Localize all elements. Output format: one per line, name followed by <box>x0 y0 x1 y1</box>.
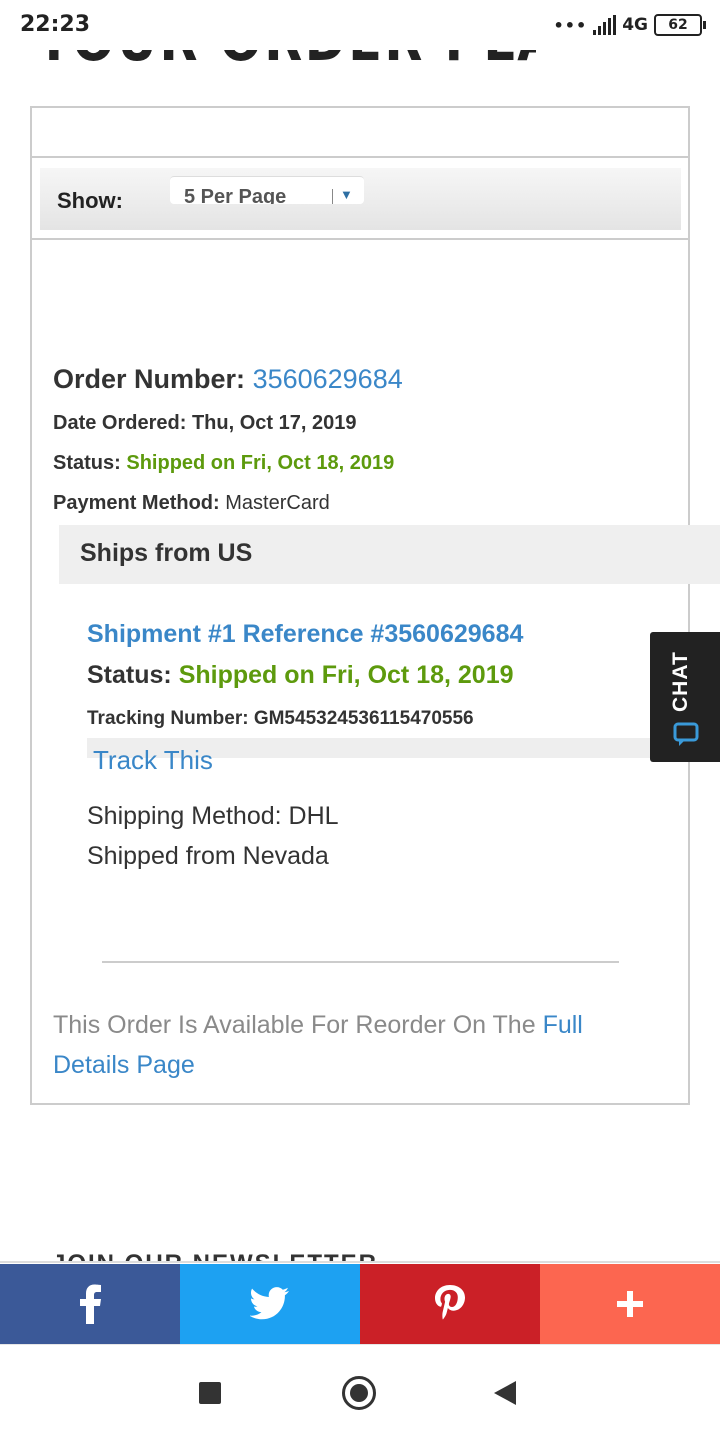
ships-from-header: Ships from US <box>59 525 720 584</box>
date-ordered-value: Thu, Oct 17, 2019 <box>191 412 357 434</box>
shipment-status-label: Status: <box>87 661 172 689</box>
shipment-status-row: Status: Shipped on Fri, Oct 18, 2019 <box>87 661 514 690</box>
plus-icon <box>617 1291 643 1317</box>
date-ordered-label: Date Ordered: <box>53 412 187 434</box>
chat-bubble-icon <box>673 722 699 746</box>
reorder-text: This Order Is Available For Reorder On T… <box>53 1011 536 1039</box>
payment-method-row: Payment Method: MasterCard <box>53 492 330 515</box>
orders-panel: Show: 5 Per Page ▼ Order Number: 3560629… <box>30 106 720 1105</box>
reorder-note: This Order Is Available For Reorder On T… <box>53 1005 653 1085</box>
chat-button[interactable]: CHAT <box>650 632 720 762</box>
order-number-label: Order Number: <box>53 364 246 394</box>
per-page-select[interactable]: 5 Per Page ▼ <box>170 176 364 204</box>
track-this-link[interactable]: Track This <box>93 745 213 776</box>
twitter-share-button[interactable] <box>180 1264 360 1344</box>
twitter-icon <box>250 1287 289 1320</box>
per-page-toolbar: Show: 5 Per Page ▼ <box>40 168 681 230</box>
battery-icon: 62 <box>654 14 706 36</box>
facebook-icon <box>80 1284 101 1324</box>
pinterest-share-button[interactable] <box>360 1264 540 1344</box>
pinterest-icon <box>435 1285 465 1320</box>
shipped-from: Shipped from Nevada <box>87 842 329 870</box>
signal-icon <box>593 15 617 35</box>
panel-divider <box>32 238 688 240</box>
back-icon[interactable] <box>494 1381 516 1405</box>
status-bar: 22:23 ••• 4G 62 <box>0 0 720 50</box>
more-share-button[interactable] <box>540 1264 720 1344</box>
select-divider <box>332 189 333 204</box>
social-share-bar <box>0 1264 720 1344</box>
shipment-status-value: Shipped on Fri, Oct 18, 2019 <box>178 661 514 689</box>
home-icon[interactable] <box>342 1376 376 1410</box>
tracking-number-row: Tracking Number: GM545324536115470556 <box>87 708 474 730</box>
tracking-number-value: GM545324536115470556 <box>253 708 474 729</box>
status-indicators: ••• 4G 62 <box>553 12 706 38</box>
shipment-reference-link[interactable]: Shipment #1 Reference #3560629684 <box>87 620 523 649</box>
order-status-value: Shipped on Fri, Oct 18, 2019 <box>126 452 395 474</box>
content-divider <box>102 961 619 963</box>
dropdown-arrow-icon: ▼ <box>340 187 353 202</box>
tracking-number-label: Tracking Number: <box>87 708 249 729</box>
payment-method-value: MasterCard <box>225 492 330 514</box>
order-status-row: Status: Shipped on Fri, Oct 18, 2019 <box>53 452 394 475</box>
shipping-method: Shipping Method: DHL <box>87 802 339 830</box>
facebook-share-button[interactable] <box>0 1264 180 1344</box>
system-nav-bar <box>0 1344 720 1440</box>
status-time: 22:23 <box>20 12 91 37</box>
newsletter-divider <box>0 1261 720 1263</box>
order-status-label: Status: <box>53 452 121 474</box>
per-page-value: 5 Per Page <box>184 186 287 204</box>
payment-method-label: Payment Method: <box>53 492 220 514</box>
date-ordered-row: Date Ordered: Thu, Oct 17, 2019 <box>53 412 356 435</box>
order-number-link[interactable]: 3560629684 <box>253 364 403 394</box>
recent-apps-icon[interactable] <box>199 1382 221 1404</box>
notification-dots-icon: ••• <box>553 15 588 35</box>
panel-header <box>32 108 688 158</box>
chat-label: CHAT <box>669 651 692 712</box>
newsletter-heading: JOIN OUR NEWSLETTER <box>52 1246 452 1262</box>
order-number-row: Order Number: 3560629684 <box>53 364 403 395</box>
show-label: Show: <box>57 188 123 213</box>
network-type: 4G <box>622 15 648 35</box>
